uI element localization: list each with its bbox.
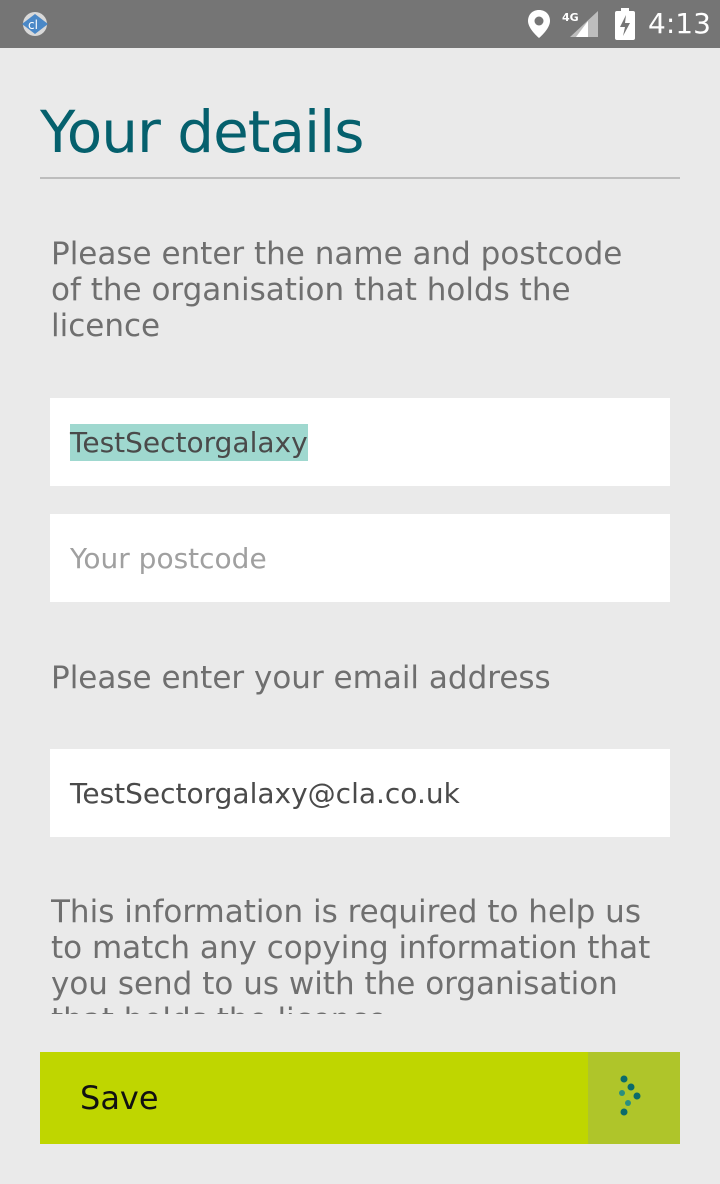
clock: 4:13 — [648, 7, 711, 40]
app-notification-icon: cl — [22, 12, 48, 36]
location-icon — [528, 10, 550, 38]
title-divider — [40, 177, 680, 179]
organisation-name-value: TestSectorgalaxy — [70, 423, 308, 461]
network-type-label: 4G — [562, 11, 579, 24]
save-button[interactable]: Save — [40, 1052, 680, 1144]
org-instructions: Please enter the name and postcode of th… — [51, 236, 623, 344]
status-bar: cl 4G 4:13 — [0, 0, 720, 48]
svg-text:cl: cl — [28, 18, 38, 32]
signal-icon: 4G — [562, 11, 598, 37]
info-text: This information is required to help us … — [51, 894, 651, 1014]
email-instructions: Please enter your email address — [51, 660, 551, 696]
dotted-arrow-icon — [619, 1075, 641, 1116]
page-title: Your details — [40, 98, 364, 166]
battery-charging-icon — [615, 8, 635, 40]
postcode-placeholder: Your postcode — [70, 541, 267, 575]
email-field[interactable]: TestSectorgalaxy@cla.co.uk — [50, 749, 670, 837]
organisation-name-field[interactable]: TestSectorgalaxy — [50, 398, 670, 486]
email-value: TestSectorgalaxy@cla.co.uk — [70, 776, 460, 810]
save-icon-area[interactable] — [588, 1052, 680, 1144]
postcode-field[interactable]: Your postcode — [50, 514, 670, 602]
save-button-label: Save — [80, 1079, 159, 1117]
